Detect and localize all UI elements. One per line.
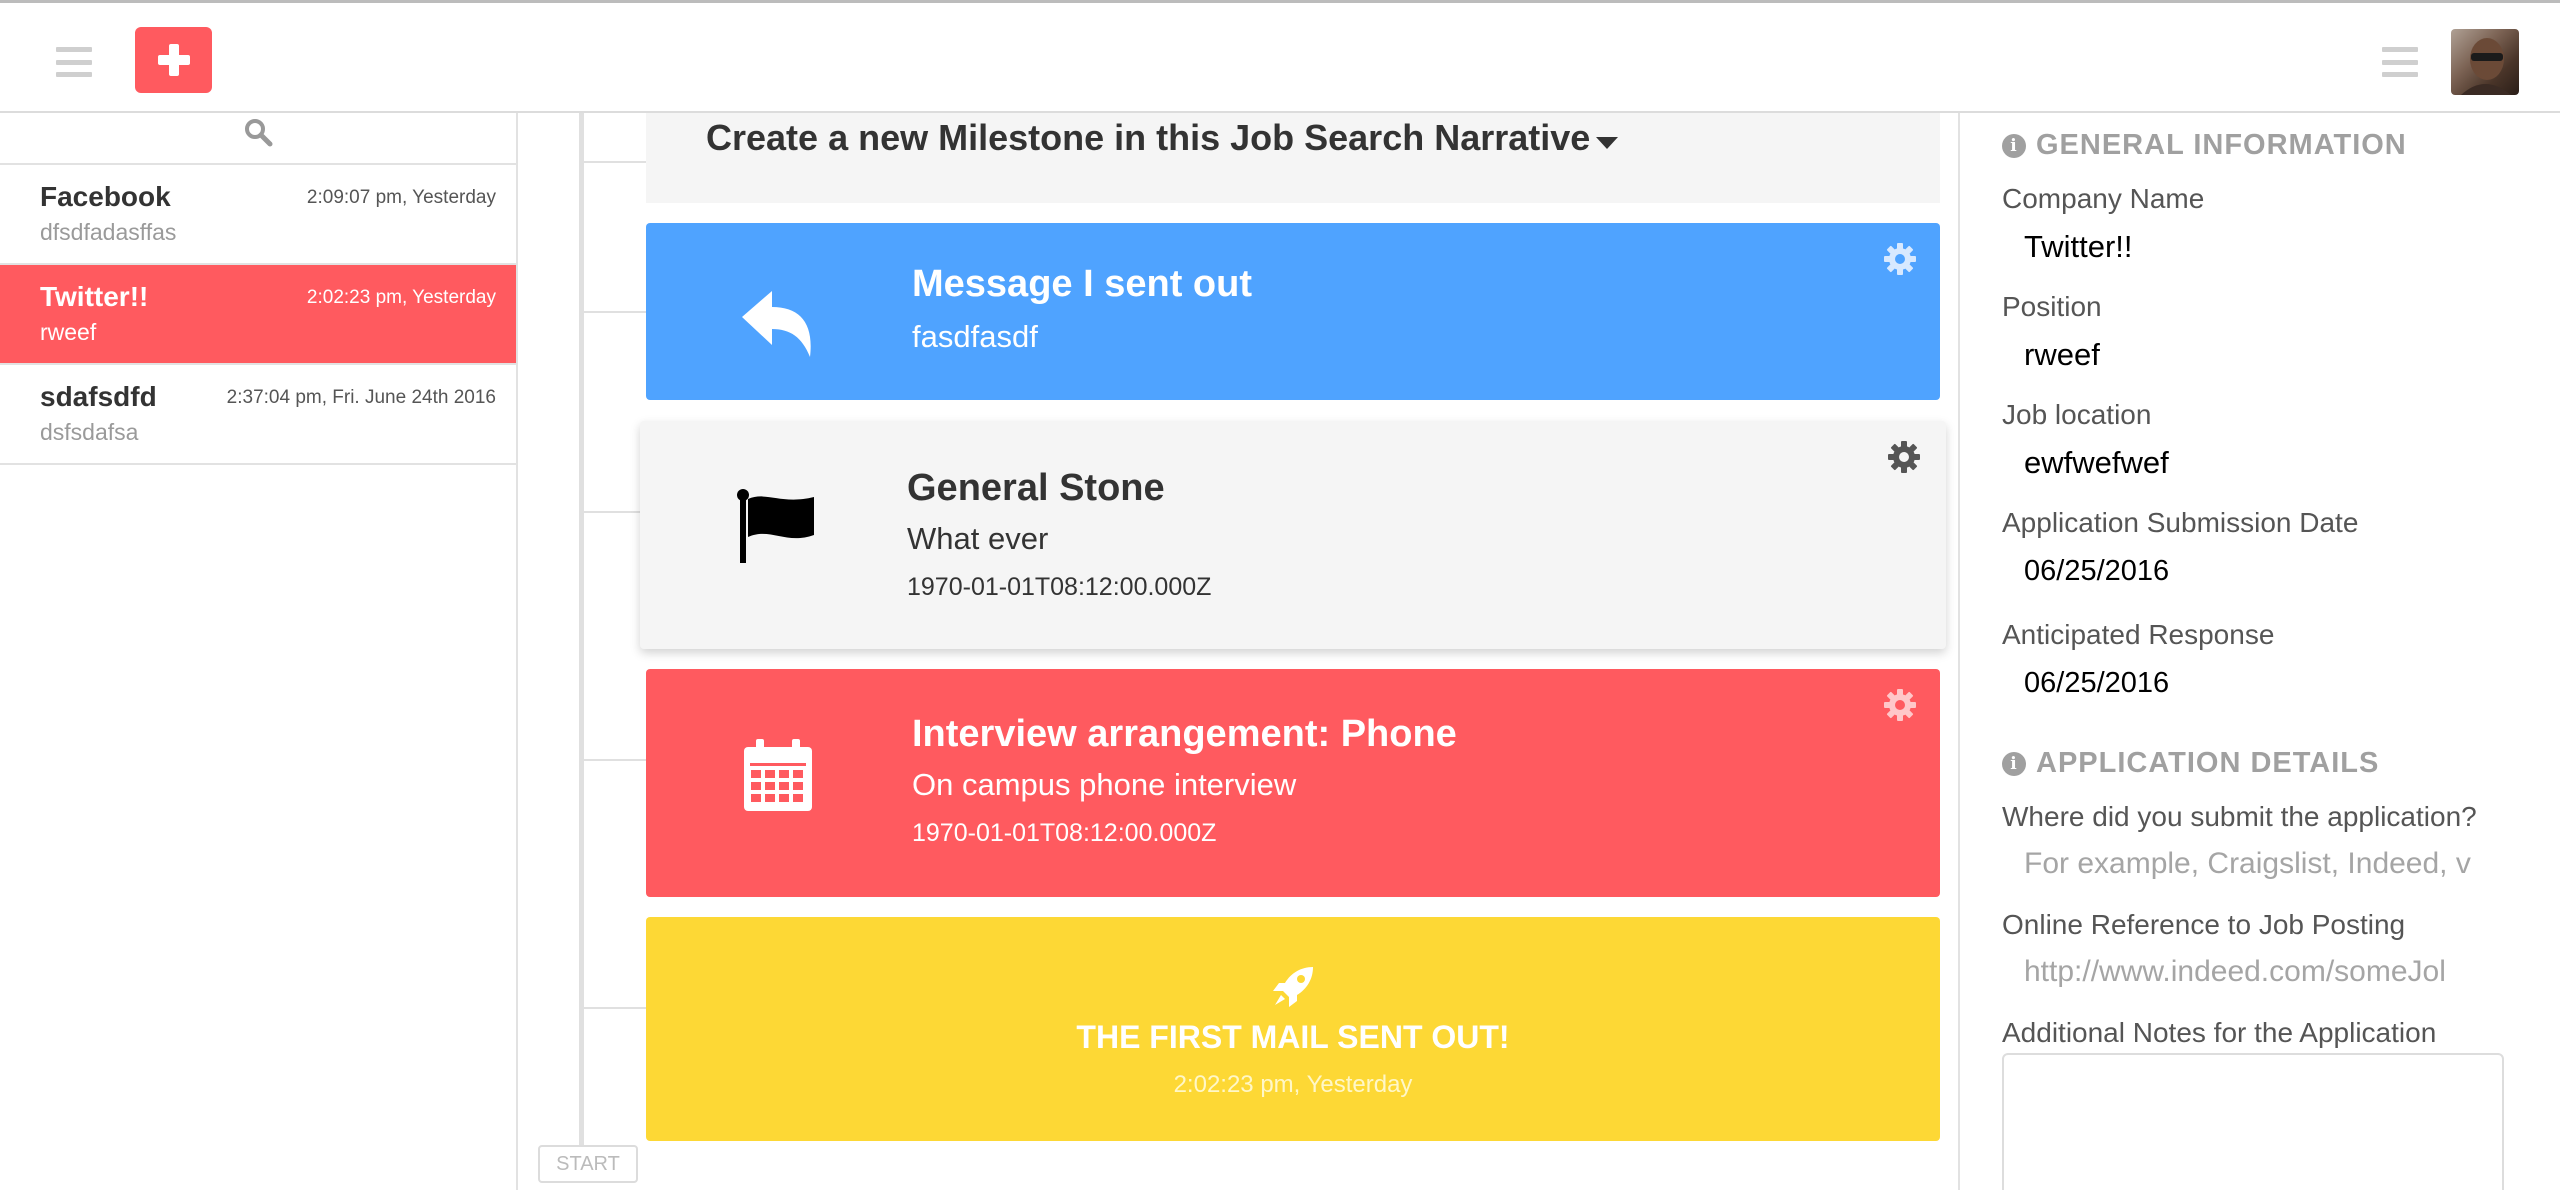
company-name-field[interactable]: Twitter!! xyxy=(2024,229,2133,265)
conversation-item-active[interactable]: Twitter!! rweef 2:02:23 pm, Yesterday xyxy=(0,265,516,365)
additional-notes-textarea[interactable] xyxy=(2002,1053,2504,1190)
submission-date-label: Application Submission Date xyxy=(2002,507,2359,538)
gear-icon[interactable] xyxy=(1884,243,1916,275)
anticipated-response-label: Anticipated Response xyxy=(2002,619,2275,650)
gear-icon[interactable] xyxy=(1884,689,1916,721)
conversation-subtitle: dsfsdafsa xyxy=(40,419,139,445)
position-field[interactable]: rweef xyxy=(2024,337,2100,373)
card-title: General Stone xyxy=(907,467,1165,509)
conversation-subtitle: dfsdfadasffas xyxy=(40,219,177,245)
job-posting-reference-input[interactable]: http://www.indeed.com/someJol xyxy=(2024,955,2524,989)
conversation-item[interactable]: Facebook dfsdfadasffas 2:09:07 pm, Yeste… xyxy=(0,165,516,265)
rocket-icon xyxy=(1273,967,1313,1007)
conversation-time: 2:09:07 pm, Yesterday xyxy=(306,187,496,208)
milestone-card-first-mail[interactable]: THE FIRST MAIL SENT OUT! 2:02:23 pm, Yes… xyxy=(646,917,1940,1141)
card-subtitle: On campus phone interview xyxy=(912,767,1297,802)
anticipated-response-field[interactable]: 06/25/2016 xyxy=(2024,667,2169,700)
card-subtitle: What ever xyxy=(907,521,1049,556)
conversation-item[interactable]: sdafsdfd dsfsdafsa 2:37:04 pm, Fri. June… xyxy=(0,365,516,465)
submission-source-label: Where did you submit the application? xyxy=(2002,801,2477,832)
flag-icon xyxy=(737,489,814,563)
conversation-time: 2:37:04 pm, Fri. June 24th 2016 xyxy=(226,387,496,408)
general-information-heading: i GENERAL INFORMATION xyxy=(2002,129,2407,162)
application-details-heading: i APPLICATION DETAILS xyxy=(2002,747,2379,780)
card-date: 2:02:23 pm, Yesterday xyxy=(1173,1071,1413,1098)
timeline-tick xyxy=(584,511,646,513)
options-menu-icon[interactable] xyxy=(2382,47,2418,77)
gear-icon[interactable] xyxy=(1888,441,1920,473)
additional-notes-label: Additional Notes for the Application xyxy=(2002,1017,2437,1048)
conversation-subtitle: rweef xyxy=(40,319,97,345)
info-icon: i xyxy=(2002,133,2026,158)
conversation-time: 2:02:23 pm, Yesterday xyxy=(306,287,496,308)
add-milestone-button[interactable] xyxy=(135,27,212,93)
timeline-tick xyxy=(584,161,646,163)
top-bar xyxy=(0,3,2560,113)
job-location-field[interactable]: ewfwefwef xyxy=(2024,445,2169,481)
card-date: 1970-01-01T08:12:00.000Z xyxy=(912,819,1217,847)
timeline-tick xyxy=(584,311,646,313)
card-title: Message I sent out xyxy=(912,263,1252,305)
reply-icon xyxy=(742,291,811,357)
milestone-card-interview[interactable]: Interview arrangement: Phone On campus p… xyxy=(646,669,1940,897)
card-title: Interview arrangement: Phone xyxy=(912,713,1457,755)
job-location-label: Job location xyxy=(2002,399,2152,430)
card-date: 1970-01-01T08:12:00.000Z xyxy=(907,573,1212,601)
caret-down-icon xyxy=(1596,137,1619,149)
calendar-icon xyxy=(744,739,812,811)
job-posting-reference-label: Online Reference to Job Posting xyxy=(2002,909,2406,940)
create-milestone-label: Create a new Milestone in this Job Searc… xyxy=(706,117,1591,158)
submission-source-input[interactable]: For example, Craigslist, Indeed, v xyxy=(2024,847,2524,881)
company-name-label: Company Name xyxy=(2002,183,2205,214)
conversation-list: Facebook dfsdfadasffas 2:09:07 pm, Yeste… xyxy=(0,113,518,1190)
info-icon: i xyxy=(2002,751,2026,776)
position-label: Position xyxy=(2002,291,2102,322)
menu-icon[interactable] xyxy=(56,47,92,77)
card-title: THE FIRST MAIL SENT OUT! xyxy=(1076,1019,1510,1055)
plus-icon xyxy=(157,44,190,76)
create-milestone-dropdown[interactable]: Create a new Milestone in this Job Searc… xyxy=(646,113,1940,203)
user-avatar[interactable] xyxy=(2451,29,2519,95)
search-area[interactable] xyxy=(0,113,516,165)
timeline-tick xyxy=(584,1007,646,1009)
timeline-tick xyxy=(584,759,646,761)
details-panel: i GENERAL INFORMATION Company Name Twitt… xyxy=(1958,113,2560,1190)
card-subtitle: fasdfasdf xyxy=(912,319,1038,354)
timeline-line xyxy=(579,113,584,1153)
submission-date-field[interactable]: 06/25/2016 xyxy=(2024,555,2169,588)
start-button[interactable]: START xyxy=(538,1145,638,1183)
milestone-card-general[interactable]: General Stone What ever 1970-01-01T08:12… xyxy=(640,421,1946,649)
search-icon[interactable] xyxy=(243,117,273,147)
milestone-card-message[interactable]: Message I sent out fasdfasdf xyxy=(646,223,1940,400)
